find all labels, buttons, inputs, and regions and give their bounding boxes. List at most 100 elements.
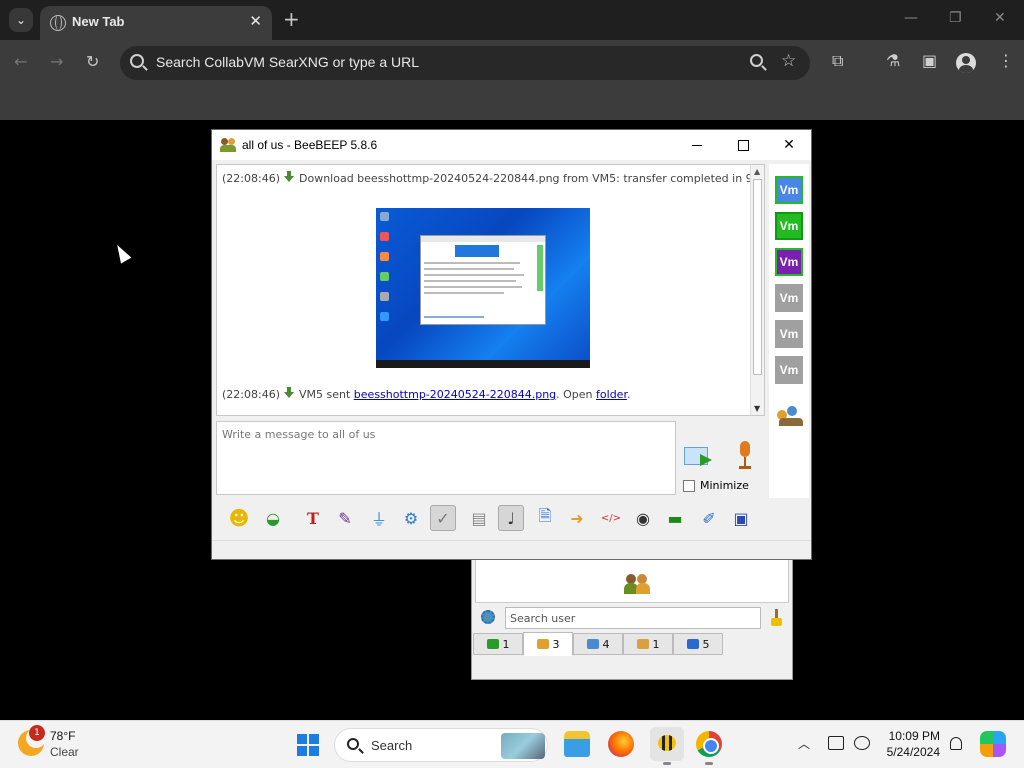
tab-groups[interactable]: 4 <box>573 633 623 655</box>
copilot-icon[interactable] <box>980 731 1006 757</box>
member-avatar-vm1[interactable]: Vm <box>775 176 803 204</box>
tab-count: 3 <box>552 637 560 651</box>
chrome-icon[interactable] <box>696 731 722 757</box>
chat-minimize-button[interactable] <box>674 130 720 160</box>
color-pen-icon[interactable]: ✎ <box>332 505 358 531</box>
smiley-icon[interactable]: ☻ <box>226 505 252 531</box>
search-user-input[interactable]: Search user <box>505 607 761 629</box>
message-line: (22:08:46) VM5 sent beesshottmp-20240524… <box>222 387 630 401</box>
floppy-icon[interactable]: ▣ <box>728 505 754 531</box>
tab-files[interactable]: 5 <box>673 633 723 655</box>
text-icon[interactable]: ▤ <box>466 505 492 531</box>
message-history: (22:08:46) Download beesshottmp-20240524… <box>216 164 765 416</box>
send-file-icon[interactable]: ➜ <box>564 505 590 531</box>
taskbar-search-box[interactable]: Search <box>334 728 548 762</box>
message-input-placeholder: Write a message to all of us <box>222 428 376 441</box>
search-icon <box>347 738 359 750</box>
forward-button[interactable]: → <box>50 52 63 71</box>
file-link[interactable]: beesshottmp-20240524-220844.png <box>354 388 556 401</box>
users-icon <box>536 639 549 649</box>
desktop-icon <box>380 312 389 321</box>
download-icon <box>283 387 296 399</box>
show-hidden-icons-chevron-icon[interactable]: ︿ <box>798 735 810 752</box>
scrollbar-thumb[interactable] <box>753 179 762 375</box>
member-avatar-vm5[interactable]: Vm <box>775 320 803 348</box>
folder-link[interactable]: folder <box>596 388 627 401</box>
chat-titlebar[interactable]: all of us - BeeBEEP 5.8.6 ✕ <box>212 130 811 160</box>
notification-bell-icon[interactable] <box>950 737 962 750</box>
reload-button[interactable]: ↻ <box>86 52 99 71</box>
message-text: . Open <box>556 388 597 401</box>
scroll-up-arrow-icon[interactable]: ▲ <box>754 167 760 176</box>
file-explorer-icon[interactable] <box>564 731 590 757</box>
search-options-gear-icon[interactable] <box>481 610 495 624</box>
message-input[interactable]: Write a message to all of us <box>216 421 676 495</box>
terminal-icon[interactable]: ▬ <box>662 505 688 531</box>
tab-users[interactable]: 3 <box>523 632 573 656</box>
firefox-icon[interactable] <box>608 731 634 757</box>
minimize-checkbox[interactable] <box>683 480 695 492</box>
new-tab-button[interactable]: + <box>283 8 300 30</box>
send-message-icon[interactable] <box>684 443 716 469</box>
beebeep-main-window: Search user 1 3 4 1 5 <box>471 552 793 680</box>
member-avatar-vm4[interactable]: Vm <box>775 284 803 312</box>
weather-temperature[interactable]: 78°F <box>50 729 75 743</box>
chat-statusbar <box>212 540 811 559</box>
save-icon[interactable]: 🗎 <box>532 505 558 531</box>
network-icon[interactable] <box>854 736 870 750</box>
back-button[interactable]: ← <box>14 52 27 71</box>
message-time: (22:08:46) <box>222 172 280 185</box>
music-note-icon[interactable]: ♩ <box>498 505 524 531</box>
zoom-icon[interactable] <box>750 54 763 67</box>
screenshot-icon[interactable]: ◉ <box>630 505 656 531</box>
message-time: (22:08:46) <box>222 388 280 401</box>
message-scrollbar[interactable]: ▲ ▼ <box>750 165 764 415</box>
window-restore-button[interactable]: ❐ <box>949 10 962 26</box>
clear-search-broom-icon[interactable] <box>769 609 783 627</box>
beebeep-taskbar-icon[interactable] <box>650 727 684 761</box>
microphone-icon[interactable] <box>736 441 754 471</box>
notes-icon[interactable]: ✐ <box>696 505 722 531</box>
browser-tab[interactable]: New Tab ✕ <box>40 6 272 40</box>
green-bowl-icon[interactable]: ◒ <box>260 505 286 531</box>
view-tabs: 1 3 4 1 5 <box>472 632 794 656</box>
profile-avatar-icon[interactable] <box>956 53 976 73</box>
screenshot-thumbnail[interactable] <box>376 208 590 368</box>
message-text: Download beesshottmp-20240524-220844.png… <box>299 172 765 185</box>
clock-time[interactable]: 10:09 PM <box>888 729 940 743</box>
extensions-icon[interactable]: ⧉ <box>832 51 843 71</box>
settings-gear-icon[interactable]: ⚙ <box>398 505 424 531</box>
tab-search-dropdown-button[interactable]: ⌄ <box>9 8 33 32</box>
member-avatar-vm2[interactable]: Vm <box>775 212 803 240</box>
filter-icon[interactable]: ⏚ <box>366 505 392 531</box>
member-avatar-vm3[interactable]: Vm <box>775 248 803 276</box>
tab-close-button[interactable]: ✕ <box>249 12 262 30</box>
font-icon[interactable]: T <box>300 505 326 531</box>
html-icon[interactable]: </> <box>598 505 624 531</box>
spellcheck-icon[interactable]: ✓ <box>430 505 456 531</box>
tab-title: New Tab <box>72 14 125 29</box>
scroll-down-arrow-icon[interactable]: ▼ <box>754 404 760 413</box>
window-close-button[interactable]: ✕ <box>994 10 1006 26</box>
chat-maximize-button[interactable] <box>720 130 766 160</box>
address-bar[interactable]: Search CollabVM SearXNG or type a URL ☆ <box>120 46 810 80</box>
clock-date[interactable]: 5/24/2024 <box>878 745 940 759</box>
tab-chats[interactable]: 1 <box>473 633 523 655</box>
display-icon[interactable] <box>828 736 844 750</box>
member-avatar-vm6[interactable]: Vm <box>775 356 803 384</box>
window-minimize-button[interactable]: — <box>904 10 918 26</box>
chat-window-title: all of us - BeeBEEP 5.8.6 <box>242 138 378 152</box>
desktop-icon <box>380 292 389 301</box>
tab-network[interactable]: 1 <box>623 633 673 655</box>
chat-close-button[interactable]: ✕ <box>766 130 812 160</box>
side-panel-icon[interactable]: ▣ <box>922 51 937 70</box>
chat-members-icon[interactable] <box>777 402 805 428</box>
start-windows-icon[interactable] <box>297 734 319 756</box>
menu-kebab-icon[interactable]: ⋮ <box>998 51 1014 70</box>
bookmark-star-icon[interactable]: ☆ <box>781 51 796 71</box>
weather-condition[interactable]: Clear <box>50 745 79 759</box>
address-bar-placeholder: Search CollabVM SearXNG or type a URL <box>156 54 419 70</box>
user-list-pane <box>475 559 789 603</box>
labs-flask-icon[interactable]: ⚗ <box>886 51 900 70</box>
user-search-row: Search user <box>475 607 789 629</box>
